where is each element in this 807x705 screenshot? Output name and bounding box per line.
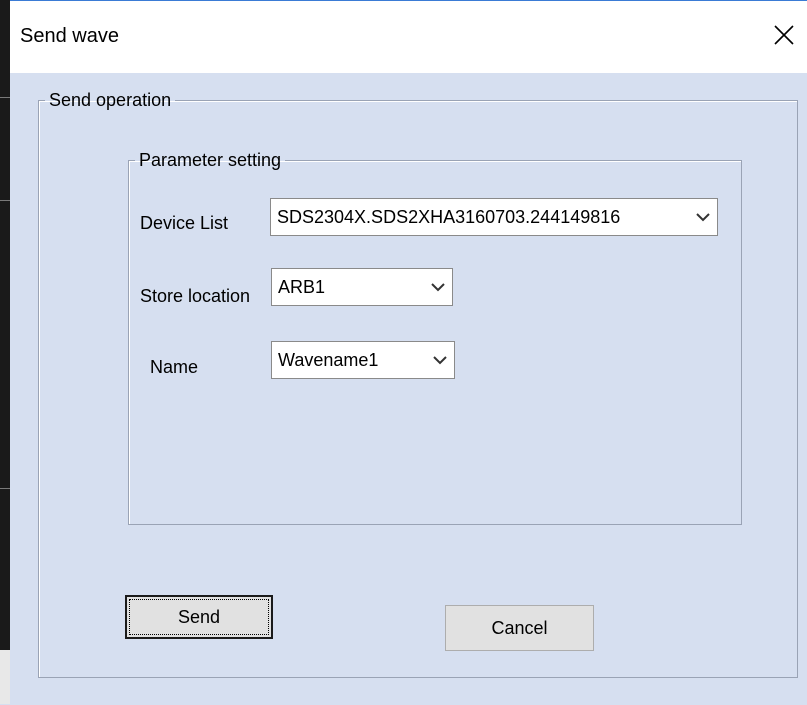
name-select[interactable]: Wavename1 — [271, 341, 455, 379]
title-bar[interactable]: Send wave — [10, 1, 807, 73]
window-title: Send wave — [20, 25, 119, 47]
close-button[interactable] — [761, 15, 807, 59]
device-list-value: SDS2304X.SDS2XHA3160703.244149816 — [277, 206, 621, 227]
cancel-button-label: Cancel — [491, 617, 548, 638]
background-divider — [0, 200, 10, 201]
chevron-down-icon[interactable] — [424, 269, 452, 305]
send-operation-legend: Send operation — [49, 90, 172, 110]
send-wave-dialog: Send wave Send operation Parameter setti… — [10, 0, 807, 705]
store-location-select[interactable]: ARB1 — [271, 268, 453, 306]
send-button[interactable]: Send — [125, 595, 273, 639]
store-location-value: ARB1 — [278, 276, 326, 297]
name-value: Wavename1 — [278, 349, 379, 370]
focus-ring — [129, 599, 269, 635]
store-location-label: Store location — [140, 286, 251, 306]
background-window-edge-light — [0, 650, 10, 704]
device-list-label: Device List — [140, 213, 229, 233]
chevron-down-icon[interactable] — [689, 199, 717, 235]
name-label: Name — [150, 357, 199, 377]
device-list-select[interactable]: SDS2304X.SDS2XHA3160703.244149816 — [270, 198, 718, 236]
cancel-button[interactable]: Cancel — [445, 605, 594, 651]
background-divider — [0, 97, 10, 98]
close-icon — [773, 24, 795, 51]
background-divider — [0, 488, 10, 489]
parameter-setting-legend: Parameter setting — [139, 150, 282, 170]
chevron-down-icon[interactable] — [426, 342, 454, 378]
